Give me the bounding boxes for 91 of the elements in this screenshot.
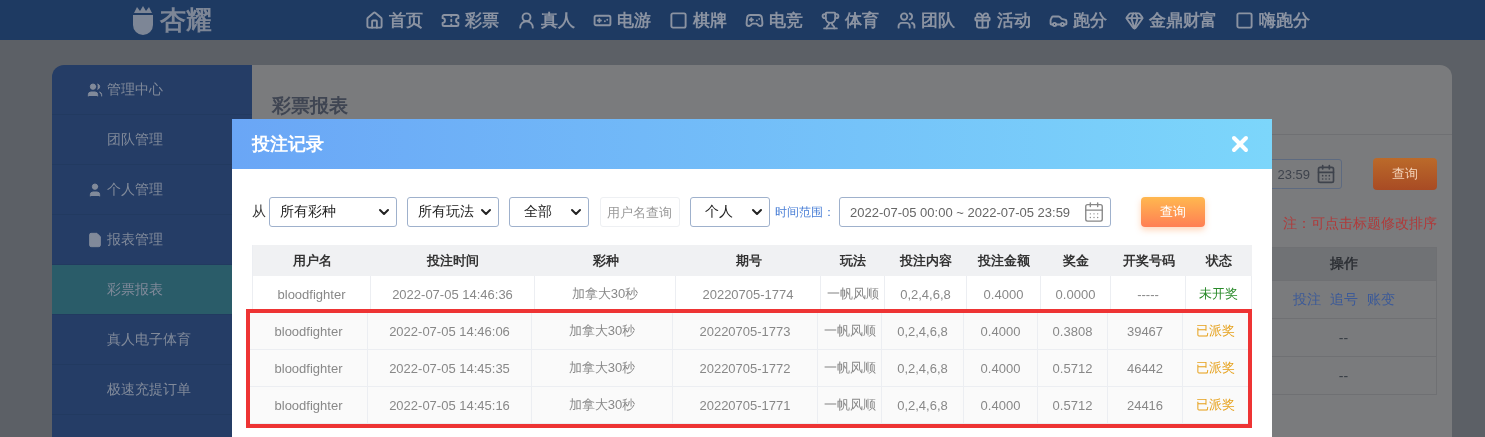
table-cell: 24416 — [1108, 387, 1183, 423]
column-header[interactable]: 开奖号码 — [1111, 245, 1186, 276]
table-cell: bloodfighter — [253, 276, 371, 312]
table-cell: 一帆风顺 — [821, 276, 885, 312]
nav-link[interactable]: 体育 — [821, 8, 879, 32]
table-cell: 0,2,4,6,8 — [882, 387, 964, 423]
status-cell: 已派奖 — [1183, 350, 1249, 386]
nav-icon — [517, 10, 536, 30]
column-header[interactable]: 投注内容 — [885, 245, 967, 276]
column-header[interactable]: 投注金额 — [967, 245, 1041, 276]
date-range-field[interactable]: 2022-07-05 00:00 ~ 2022-07-05 23:59 — [839, 197, 1111, 227]
nav-link[interactable]: 活动 — [973, 8, 1031, 32]
nav-link[interactable]: 棋牌 — [669, 8, 727, 32]
nav-link[interactable]: 跑分 — [1049, 8, 1107, 32]
table-cell: 46442 — [1108, 350, 1183, 386]
table-cell: 2022-07-05 14:45:16 — [368, 387, 532, 423]
table-cell: 0.3808 — [1038, 313, 1108, 349]
table-cell: ----- — [1111, 276, 1186, 312]
calendar-icon — [1316, 164, 1336, 184]
column-header[interactable]: 奖金 — [1041, 245, 1111, 276]
column-header[interactable]: 投注时间 — [371, 245, 535, 276]
table-cell: 20220705-1771 — [673, 387, 818, 423]
table-cell: 20220705-1773 — [673, 313, 818, 349]
table-cell: 0.0000 — [1041, 276, 1111, 312]
status-cell: 已派奖 — [1183, 313, 1249, 349]
nav-link[interactable]: 电竞 — [745, 8, 803, 32]
time-range-label: 时间范围： — [775, 203, 835, 221]
nav-icon — [973, 10, 992, 30]
table-cell: 2022-07-05 14:46:06 — [368, 313, 532, 349]
select-field[interactable]: 所有玩法 — [407, 197, 499, 227]
calendar-icon — [1083, 201, 1105, 223]
table-cell: 0,2,4,6,8 — [882, 313, 964, 349]
column-header[interactable]: 期号 — [676, 245, 821, 276]
table-cell: bloodfighter — [250, 313, 368, 349]
sort-note: 注：可点击标题修改排序 — [1283, 215, 1437, 233]
nav-link[interactable]: 彩票 — [441, 8, 499, 32]
table-cell: 0.4000 — [964, 387, 1038, 423]
username-field[interactable]: 用户名查询 — [600, 197, 680, 227]
table-cell: 一帆风顺 — [818, 350, 882, 386]
nav-icon — [897, 10, 916, 30]
nav-icon — [1125, 10, 1144, 30]
table-cell: -- — [1338, 367, 1349, 384]
table-cell: 加拿大30秒 — [532, 313, 673, 349]
nav-icon — [821, 10, 840, 30]
select-field[interactable]: 所有彩种 — [269, 197, 397, 227]
status-cell: 未开奖 — [1186, 276, 1252, 312]
table-cell: 0,2,4,6,8 — [882, 350, 964, 386]
table-cell: 0.5712 — [1038, 350, 1108, 386]
table-cell: 加拿大30秒 — [535, 276, 676, 312]
nav-icon — [365, 10, 384, 30]
nav-icon — [1235, 10, 1254, 30]
nav-link[interactable]: 团队 — [897, 8, 955, 32]
table-cell: 0.4000 — [964, 350, 1038, 386]
table-cell: 加拿大30秒 — [532, 387, 673, 423]
sidebar-icon — [87, 181, 103, 198]
status-cell: 已派奖 — [1183, 387, 1249, 423]
table-cell: 20220705-1774 — [676, 276, 821, 312]
table-cell: 2022-07-05 14:46:36 — [371, 276, 535, 312]
table-cell: -- — [1338, 329, 1349, 346]
nav-icon — [669, 10, 688, 30]
table-cell: 0.4000 — [964, 313, 1038, 349]
table-cell: 39467 — [1108, 313, 1183, 349]
nav-link[interactable]: 电游 — [593, 8, 651, 32]
table-cell: 0.4000 — [967, 276, 1041, 312]
column-header[interactable]: 用户名 — [253, 245, 371, 276]
column-header[interactable]: 玩法 — [821, 245, 885, 276]
crest-icon — [130, 5, 156, 35]
table-cell: bloodfighter — [250, 350, 368, 386]
select-field[interactable]: 全部 — [509, 197, 589, 227]
table-cell: 0.5712 — [1038, 387, 1108, 423]
dialog-title: 投注记录 — [252, 133, 324, 156]
from-label: 从 — [252, 203, 266, 221]
nav-link[interactable]: 真人 — [517, 8, 575, 32]
sidebar-icon — [87, 81, 103, 98]
query-button[interactable]: 查询 — [1141, 197, 1205, 227]
nav-link[interactable]: 金鼎财富 — [1125, 8, 1217, 32]
select-field[interactable]: 个人 — [690, 197, 770, 227]
column-header[interactable]: 状态 — [1186, 245, 1252, 276]
table-cell: 一帆风顺 — [818, 313, 882, 349]
nav-link[interactable]: 首页 — [365, 8, 423, 32]
query-button[interactable]: 查询 — [1373, 158, 1437, 190]
table-cell: 加拿大30秒 — [532, 350, 673, 386]
table-cell: bloodfighter — [250, 387, 368, 423]
site-logo[interactable]: 杏耀 — [130, 2, 230, 38]
table-cell: 0,2,4,6,8 — [885, 276, 967, 312]
table-cell: 2022-07-05 14:45:35 — [368, 350, 532, 386]
nav-link[interactable]: 嗨跑分 — [1235, 8, 1310, 32]
table-cell: 20220705-1772 — [673, 350, 818, 386]
sidebar-icon — [87, 231, 103, 248]
table-cell: 一帆风顺 — [818, 387, 882, 423]
column-header[interactable]: 彩种 — [535, 245, 676, 276]
